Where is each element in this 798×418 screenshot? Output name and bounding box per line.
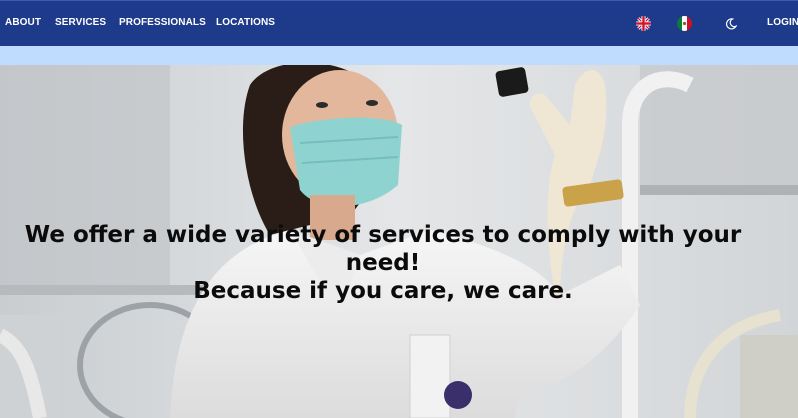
login-button[interactable]: LOGIN — [767, 17, 798, 28]
mexico-flag-icon[interactable] — [677, 16, 692, 31]
nav-link-locations[interactable]: LOCATIONS — [216, 17, 275, 28]
hero-headline: We offer a wide variety of services to c… — [0, 221, 766, 305]
nav-link-services[interactable]: SERVICES — [55, 17, 106, 28]
hero-headline-line-1: We offer a wide variety of services to c… — [24, 222, 742, 276]
moon-icon[interactable] — [725, 17, 738, 30]
hero-section: We offer a wide variety of services to c… — [0, 65, 798, 418]
secondary-bar — [0, 46, 798, 65]
top-navigation-bar: ABOUT SERVICES PROFESSIONALS LOCATIONS L… — [0, 0, 798, 46]
nav-link-about[interactable]: ABOUT — [5, 17, 41, 28]
hero-headline-line-2: Because if you care, we care. — [193, 278, 573, 304]
nav-link-professionals[interactable]: PROFESSIONALS — [119, 17, 206, 28]
uk-flag-icon[interactable] — [636, 16, 651, 31]
